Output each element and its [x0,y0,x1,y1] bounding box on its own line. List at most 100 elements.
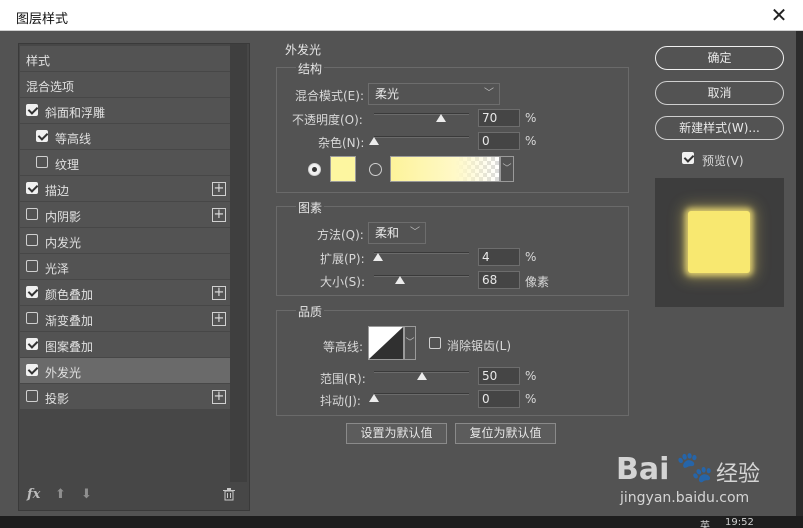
style-item-checkbox[interactable] [26,104,38,116]
jitter-input[interactable]: 0 [478,390,520,408]
jitter-slider-thumb[interactable] [369,394,379,402]
style-item-label: 内发光 [45,236,82,250]
set-default-button[interactable]: 设置为默认值 [346,423,447,444]
style-item[interactable]: 等高线 [20,123,230,149]
contour-linear-icon [369,327,403,359]
spread-slider-thumb[interactable] [372,253,383,261]
style-item-checkbox[interactable] [26,182,38,194]
baidu-watermark: Bai 🐾 经验 jingyan.baidu.com [616,448,796,512]
jitter-slider[interactable] [374,393,469,395]
style-item[interactable]: 图案叠加 [20,331,230,357]
size-input[interactable]: 68 [478,271,520,289]
noise-input[interactable]: 0 [478,132,520,150]
range-unit: % [525,369,537,383]
range-slider-thumb[interactable] [416,372,427,380]
glow-color-swatch[interactable] [330,156,356,182]
style-item-checkbox[interactable] [36,156,48,168]
add-style-icon[interactable]: + [212,208,226,222]
noise-slider-thumb[interactable] [369,137,379,145]
style-item[interactable]: 内阴影 + [20,201,230,227]
style-item[interactable]: 样式 [20,45,230,71]
style-item-checkbox[interactable] [26,390,38,402]
dialog-titlebar: 图层样式 ✕ [0,0,803,31]
reset-default-button[interactable]: 复位为默认值 [455,423,556,444]
jitter-unit: % [525,392,537,406]
preview-checkbox[interactable] [682,152,694,164]
size-label: 大小(S): [320,275,366,289]
blend-mode-label: 混合模式(E): [295,89,364,103]
close-icon[interactable]: ✕ [766,3,792,27]
spread-slider[interactable] [374,252,469,254]
style-item-checkbox[interactable] [26,208,38,220]
style-item[interactable]: 内发光 [20,227,230,253]
contour-picker[interactable] [368,326,404,360]
arrow-up-icon[interactable]: ⬆ [55,487,66,502]
contour-label: 等高线: [323,340,364,354]
spread-unit: % [525,250,537,264]
style-item-label: 描边 [45,184,70,198]
trash-icon[interactable] [223,488,235,505]
blend-mode-select[interactable]: 柔光 ﹀ [368,83,500,105]
elements-title: 图素 [296,199,325,216]
style-item-checkbox[interactable] [26,364,38,376]
taskbar [0,516,803,528]
opacity-input[interactable]: 70 [478,109,520,127]
style-item[interactable]: 外发光 [20,357,230,383]
cancel-button[interactable]: 取消 [655,81,784,105]
opacity-unit: % [525,111,537,125]
range-input[interactable]: 50 [478,367,520,385]
panel-title: 外发光 [285,43,322,57]
gradient-radio[interactable] [369,163,382,176]
technique-label: 方法(Q): [317,228,364,242]
style-item-checkbox[interactable] [26,260,38,272]
styles-list-scrollbar[interactable] [230,44,247,482]
style-item[interactable]: 纹理 [20,149,230,175]
style-item-checkbox[interactable] [26,234,38,246]
style-item[interactable]: 投影 + [20,383,230,409]
add-style-icon[interactable]: + [212,182,226,196]
style-item-label: 样式 [26,54,51,68]
antialias-checkbox[interactable] [429,337,441,349]
chevron-down-icon: ﹀ [484,88,494,99]
watermark-suffix: 经验 [716,462,761,487]
style-item-checkbox[interactable] [26,312,38,324]
style-item-checkbox[interactable] [26,338,38,350]
style-item[interactable]: 混合选项 [20,71,230,97]
style-item[interactable]: 颜色叠加 + [20,279,230,305]
add-style-icon[interactable]: + [212,286,226,300]
size-unit: 像素 [525,275,550,289]
style-item-checkbox[interactable] [36,130,48,142]
new-style-button[interactable]: 新建样式(W)... [655,116,784,140]
gradient-dropdown-chevron-icon[interactable]: ﹀ [500,156,514,182]
fx-icon[interactable]: fx [27,487,40,502]
style-item-checkbox[interactable] [26,286,38,298]
technique-select[interactable]: 柔和 ﹀ [368,222,426,244]
size-slider-thumb[interactable] [394,276,405,284]
ok-button[interactable]: 确定 [655,46,784,70]
add-style-icon[interactable]: + [212,312,226,326]
style-item-label: 光泽 [45,262,70,276]
jitter-label: 抖动(J): [320,394,361,408]
ime-indicator[interactable]: 英 [700,517,710,528]
opacity-slider-thumb[interactable] [435,114,446,122]
noise-unit: % [525,134,537,148]
opacity-label: 不透明度(O): [292,113,363,127]
style-item-label: 投影 [45,392,70,406]
size-slider[interactable] [374,275,469,277]
style-item[interactable]: 斜面和浮雕 [20,97,230,123]
background-strip [796,31,803,516]
watermark-url: jingyan.baidu.com [620,490,750,506]
style-item[interactable]: 渐变叠加 + [20,305,230,331]
spread-input[interactable]: 4 [478,248,520,266]
range-label: 范围(R): [320,372,366,386]
solid-color-radio[interactable] [308,163,321,176]
style-item[interactable]: 描边 + [20,175,230,201]
contour-chevron-icon[interactable]: ﹀ [404,326,416,360]
add-style-icon[interactable]: + [212,390,226,404]
noise-slider[interactable] [374,136,469,138]
style-item[interactable]: 光泽 [20,253,230,279]
opacity-slider[interactable] [374,113,469,115]
styles-list-toolbar: fx ⬆ ⬇ [19,482,249,510]
glow-gradient-swatch[interactable] [390,156,500,182]
arrow-down-icon[interactable]: ⬇ [81,487,92,502]
